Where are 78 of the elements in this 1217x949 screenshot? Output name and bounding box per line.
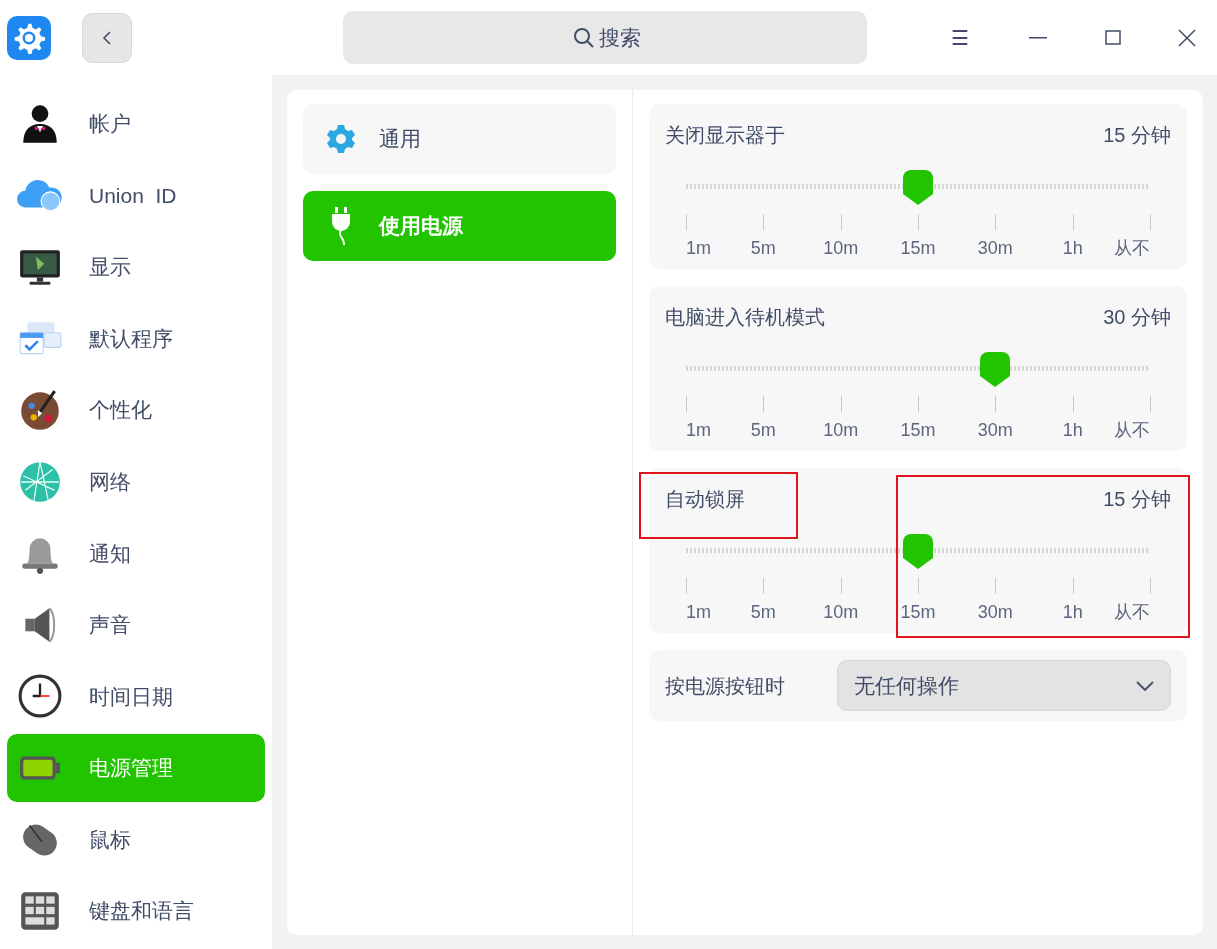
sidebar-item[interactable]: 键盘和语言 <box>7 877 265 945</box>
sidebar-item[interactable]: 显示 <box>7 233 265 301</box>
slider-handle[interactable] <box>903 170 933 206</box>
tick-mark <box>1150 214 1151 230</box>
search-field[interactable]: 搜索 <box>343 11 867 64</box>
tick-mark <box>763 214 765 230</box>
tick-mark <box>686 396 687 412</box>
tick-label: 5m <box>750 237 776 260</box>
tick-label: 1m <box>686 419 711 442</box>
slider-handle[interactable] <box>903 534 933 570</box>
tick-label: 5m <box>750 419 776 442</box>
setting-label: 自动锁屏 <box>665 487 745 512</box>
search-icon <box>572 26 596 50</box>
sidebar-item[interactable]: 帐户 <box>7 90 265 158</box>
app-logo-icon <box>7 15 51 60</box>
maximize-icon <box>1105 29 1121 46</box>
clock-icon <box>17 673 63 720</box>
tick-mark <box>918 396 919 412</box>
tick-mark <box>840 396 842 412</box>
minimize-icon <box>1029 36 1047 39</box>
sidebar-item[interactable]: 默认程序 <box>7 304 265 373</box>
back-icon <box>102 29 112 46</box>
tick-label: 30m <box>977 601 1013 624</box>
sidebar-item[interactable]: 通知 <box>7 519 265 588</box>
tick-label: 1m <box>686 601 711 624</box>
tick-label: 1h <box>1062 419 1083 442</box>
sidebar-item[interactable]: Union ID <box>7 161 265 230</box>
tick-mark <box>995 396 997 412</box>
tick-label: 从不 <box>1114 601 1150 624</box>
section-tab[interactable]: 通用 <box>303 104 616 174</box>
sidebar-item[interactable]: 网络 <box>7 447 265 516</box>
tick-mark <box>840 214 842 230</box>
tick-mark <box>763 396 765 412</box>
tick-mark <box>918 214 919 230</box>
tick-label: 从不 <box>1114 419 1150 442</box>
sidebar-item[interactable]: 时间日期 <box>7 662 265 731</box>
tick-mark <box>918 578 919 594</box>
tick-label: 从不 <box>1114 237 1150 260</box>
tick-label: 30m <box>977 237 1013 260</box>
tick-mark <box>763 578 765 594</box>
tick-label: 10m <box>823 601 859 624</box>
tick-label: 15m <box>900 419 936 442</box>
tick-mark <box>995 578 997 594</box>
setting-label: 关闭显示器于 <box>665 123 785 148</box>
tick-label: 15m <box>900 237 936 260</box>
tick-mark <box>1072 578 1074 594</box>
back-button[interactable] <box>82 12 132 63</box>
slider-handle[interactable] <box>980 352 1011 388</box>
tick-label: 5m <box>750 601 776 624</box>
setting-label: 电脑进入待机模式 <box>665 305 825 330</box>
tick-mark <box>686 214 687 230</box>
menu-button[interactable]: ☰ <box>947 22 973 53</box>
sidebar-item[interactable]: 鼠标 <box>7 805 265 874</box>
tick-mark <box>1072 396 1074 412</box>
setting-label: 按电源按钮时 <box>665 673 785 699</box>
tick-label: 10m <box>823 419 859 442</box>
tick-label: 1m <box>686 237 711 260</box>
setting-value: 15 分钟 <box>1103 123 1171 148</box>
tick-mark <box>995 214 997 230</box>
tick-mark <box>1072 214 1074 230</box>
tick-label: 1h <box>1062 237 1083 260</box>
tick-mark <box>686 578 687 594</box>
tick-label: 10m <box>823 237 859 260</box>
tick-label: 1h <box>1062 601 1083 624</box>
tick-label: 30m <box>977 419 1013 442</box>
plug-icon <box>330 206 352 246</box>
setting-value: 30 分钟 <box>1103 305 1171 330</box>
action-dropdown[interactable]: 无任何操作 <box>837 660 1171 711</box>
tick-label: 15m <box>900 601 936 624</box>
close-icon <box>1178 28 1196 47</box>
gear-icon <box>325 123 357 155</box>
setting-value: 15 分钟 <box>1103 487 1171 512</box>
tick-mark <box>1150 396 1151 412</box>
chevron-down-icon <box>1136 680 1154 691</box>
tick-mark <box>1150 578 1151 594</box>
sidebar-item[interactable]: 声音 <box>7 591 265 659</box>
tick-mark <box>840 578 842 594</box>
sidebar-item[interactable]: 个性化 <box>7 376 265 444</box>
